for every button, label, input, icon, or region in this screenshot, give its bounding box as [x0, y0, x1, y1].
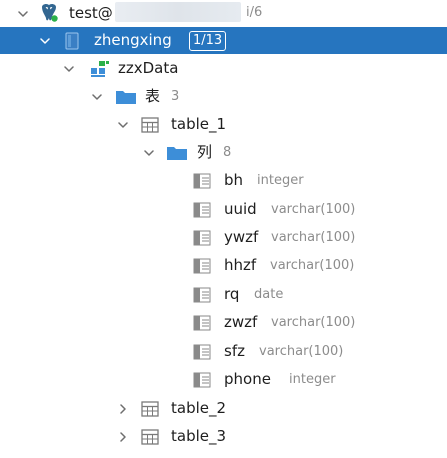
chevron-down-icon[interactable] [92, 92, 102, 102]
table-3-label: table_3 [171, 427, 227, 445]
tree-node-schema[interactable]: zzxData [0, 55, 447, 83]
chevron-down-icon[interactable] [64, 64, 74, 74]
table-1-label: table_1 [171, 115, 227, 133]
chevron-right-icon[interactable] [118, 432, 128, 442]
tree-node-column[interactable]: phone integer [0, 366, 447, 394]
schema-label: zzxData [118, 59, 179, 77]
tree-node-table-3[interactable]: table_3 [0, 423, 447, 451]
tables-count: 3 [171, 89, 180, 104]
column-type: varchar(100) [271, 230, 356, 245]
folder-icon [116, 91, 136, 104]
database-navigator-tree: test@ i/6 zhengxing 1/13 zzxData 表 3 tab… [0, 0, 447, 458]
table-2-label: table_2 [171, 399, 227, 417]
schema-icon [91, 61, 109, 77]
tree-node-connection[interactable]: test@ i/6 [0, 0, 447, 28]
column-icon [193, 315, 211, 331]
column-name: uuid [224, 200, 257, 218]
table-grid-icon [141, 117, 159, 133]
column-type: date [254, 287, 284, 302]
table-grid-icon [141, 429, 159, 445]
column-name: hhzf [224, 256, 257, 274]
chevron-down-icon[interactable] [40, 36, 50, 46]
tree-node-tables-folder[interactable]: 表 3 [0, 83, 447, 111]
database-icon [65, 32, 79, 50]
column-type: varchar(100) [271, 202, 356, 217]
tree-node-column[interactable]: uuid varchar(100) [0, 196, 447, 224]
column-name: bh [224, 171, 244, 189]
tree-node-column[interactable]: bh integer [0, 167, 447, 195]
column-name: phone [224, 370, 271, 388]
chevron-down-icon[interactable] [118, 120, 128, 130]
chevron-down-icon[interactable] [18, 9, 28, 19]
postgresql-elephant-icon [42, 3, 58, 22]
redacted-host [115, 2, 241, 22]
columns-folder-label: 列 [197, 143, 213, 161]
tree-node-table-1[interactable]: table_1 [0, 111, 447, 139]
chevron-down-icon[interactable] [144, 148, 154, 158]
column-type: integer [289, 372, 336, 387]
tree-node-column[interactable]: rq date [0, 281, 447, 309]
folder-icon [167, 147, 187, 160]
column-icon [193, 202, 211, 218]
tree-node-database[interactable]: zhengxing 1/13 [0, 27, 447, 54]
tree-node-columns-folder[interactable]: 列 8 [0, 139, 447, 167]
connection-suffix: i/6 [246, 5, 263, 20]
column-icon [193, 258, 211, 274]
column-icon [193, 344, 211, 360]
tree-node-table-2[interactable]: table_2 [0, 395, 447, 423]
column-type: varchar(100) [271, 315, 356, 330]
column-type: varchar(100) [270, 258, 355, 273]
column-name: ywzf [224, 228, 259, 246]
tables-folder-label: 表 [145, 87, 161, 105]
table-grid-icon [141, 401, 159, 417]
tree-node-column[interactable]: ywzf varchar(100) [0, 224, 447, 252]
column-type: integer [257, 173, 304, 188]
columns-count: 8 [223, 145, 232, 160]
column-icon [193, 372, 211, 388]
tree-node-column[interactable]: zwzf varchar(100) [0, 309, 447, 337]
column-type: varchar(100) [259, 344, 344, 359]
column-icon [193, 287, 211, 303]
connection-label: test@ [69, 4, 113, 22]
column-icon [193, 230, 211, 246]
tree-node-column[interactable]: sfz varchar(100) [0, 338, 447, 366]
tree-node-column[interactable]: hhzf varchar(100) [0, 252, 447, 280]
column-name: zwzf [224, 313, 258, 331]
chevron-right-icon[interactable] [118, 404, 128, 414]
database-label: zhengxing [94, 31, 172, 49]
column-icon [193, 173, 211, 189]
column-name: rq [224, 285, 240, 303]
column-name: sfz [224, 342, 245, 360]
database-count-badge: 1/13 [189, 31, 227, 51]
